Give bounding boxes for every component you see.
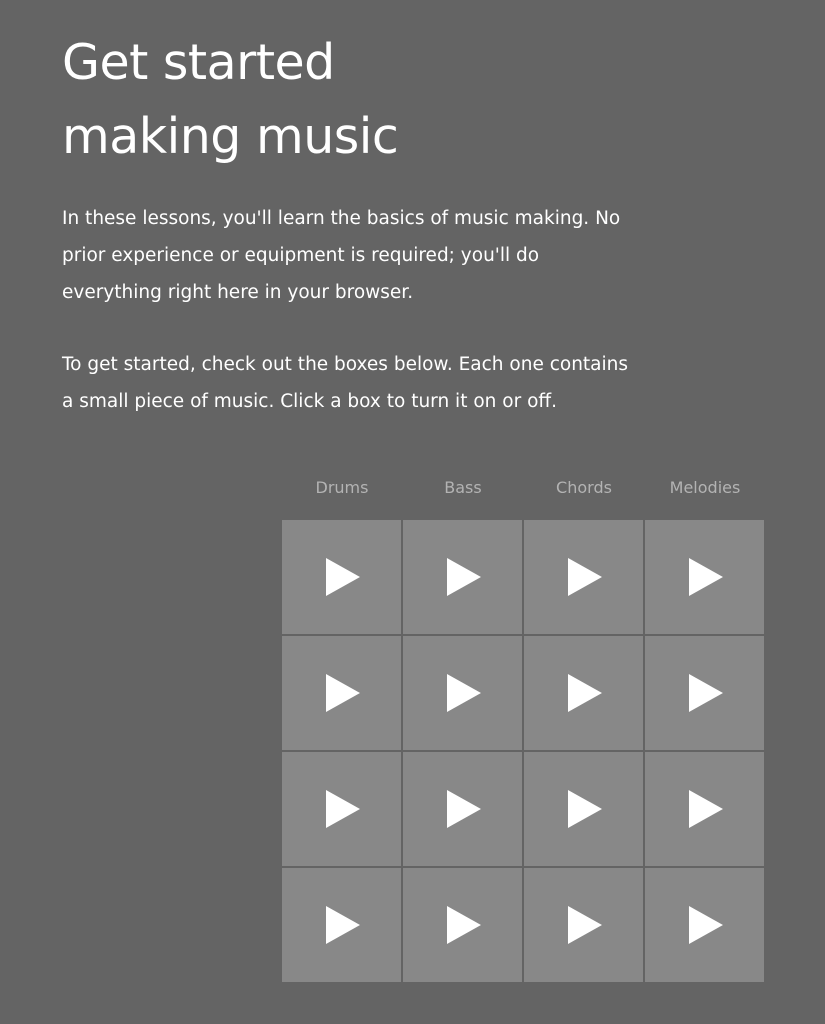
play-icon	[567, 674, 602, 712]
instructions-paragraph: To get started, check out the boxes belo…	[62, 346, 628, 420]
pad-chords-1[interactable]	[524, 520, 643, 634]
play-icon	[688, 674, 723, 712]
intro-line: everything right here in your browser.	[62, 282, 414, 303]
pad-melodies-2[interactable]	[645, 636, 764, 750]
page-title-line: Get started	[62, 34, 335, 91]
pad-chords-3[interactable]	[524, 752, 643, 866]
play-icon	[325, 558, 360, 596]
intro-line: prior experience or equipment is require…	[62, 245, 540, 266]
play-icon	[446, 558, 481, 596]
play-icon	[688, 790, 723, 828]
pad-melodies-1[interactable]	[645, 520, 764, 634]
play-icon	[567, 790, 602, 828]
play-icon	[446, 906, 481, 944]
play-icon	[446, 674, 481, 712]
pad-bass-4[interactable]	[403, 868, 522, 982]
page-title: Get started making music	[62, 26, 399, 174]
pad-melodies-3[interactable]	[645, 752, 764, 866]
pad-melodies-4[interactable]	[645, 868, 764, 982]
instructions-line: To get started, check out the boxes belo…	[62, 354, 629, 375]
intro-paragraph: In these lessons, you'll learn the basic…	[62, 200, 620, 311]
play-icon	[325, 674, 360, 712]
column-label-melodies: Melodies	[669, 478, 741, 497]
instructions-line: a small piece of music. Click a box to t…	[62, 391, 558, 412]
column-label-bass: Bass	[444, 478, 482, 497]
pad-bass-3[interactable]	[403, 752, 522, 866]
play-icon	[688, 558, 723, 596]
pad-bass-1[interactable]	[403, 520, 522, 634]
play-icon	[325, 906, 360, 944]
column-label-drums: Drums	[315, 478, 369, 497]
pad-drums-1[interactable]	[282, 520, 401, 634]
pad-bass-2[interactable]	[403, 636, 522, 750]
intro-line: In these lessons, you'll learn the basic…	[62, 208, 621, 229]
play-icon	[567, 906, 602, 944]
column-labels: Drums Bass Chords Melodies	[282, 476, 764, 500]
play-icon	[567, 558, 602, 596]
play-icon	[446, 790, 481, 828]
page-title-line: making music	[62, 108, 399, 165]
pad-chords-2[interactable]	[524, 636, 643, 750]
play-icon	[688, 906, 723, 944]
music-pad-grid	[282, 520, 764, 982]
play-icon	[325, 790, 360, 828]
pad-chords-4[interactable]	[524, 868, 643, 982]
pad-drums-2[interactable]	[282, 636, 401, 750]
pad-drums-4[interactable]	[282, 868, 401, 982]
column-label-chords: Chords	[556, 478, 612, 497]
pad-drums-3[interactable]	[282, 752, 401, 866]
